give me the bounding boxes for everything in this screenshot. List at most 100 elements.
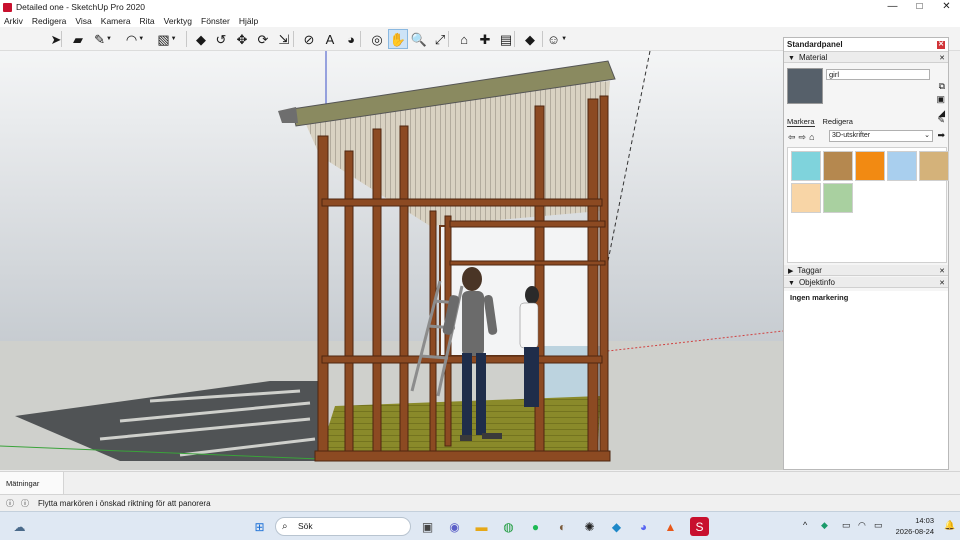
offset-tool[interactable]: ↺ [211,29,231,49]
create-material-icon[interactable]: ⧉ [939,81,945,92]
scale-tool[interactable]: ⇲ [274,29,294,49]
orbit-tool[interactable]: ◎ [367,29,387,49]
task-view-icon[interactable]: ▣ [418,517,437,536]
collection-dropdown-value: 3D-utskrifter [832,132,871,139]
warehouse-icon: ⌂ [460,31,468,47]
rotate-tool[interactable]: ⟳ [253,29,273,49]
zoom-extents-tool[interactable]: ⤢ [430,29,450,49]
move-tool[interactable]: ✥ [232,29,252,49]
menu-hjalp[interactable]: Hjälp [239,16,258,26]
toolbar-separator [186,31,187,47]
warehouse-button[interactable]: ⌂ [454,29,474,49]
orbit-icon: ◎ [371,31,383,47]
zoom-tool[interactable]: 🔍 [409,29,429,49]
tray-chevron-icon[interactable]: ^ [803,520,807,530]
tags-section-header[interactable]: ▶ Taggar ✕ [784,265,948,276]
model-scene[interactable] [0,51,783,470]
forward-arrow-icon[interactable]: ⇨ [799,132,807,143]
start-button[interactable]: ⊞ [250,517,269,536]
menu-visa[interactable]: Visa [75,16,91,26]
arc-tool[interactable]: ◠ ▼ [125,29,145,49]
push-pull-tool[interactable]: ◆ [191,29,211,49]
toolbar-separator [448,31,449,47]
menu-verktyg[interactable]: Verktyg [164,16,192,26]
measurements-box[interactable]: Mätningar [0,472,64,494]
dropdown-arrow-icon[interactable]: ▼ [171,36,177,42]
spotify-icon[interactable]: ● [526,517,545,536]
sketchup-taskbar-icon[interactable]: S [690,517,709,536]
entity-info-section-header[interactable]: ▼ Objektinfo ✕ [784,277,948,288]
dropdown-arrow-icon[interactable]: ▼ [106,36,112,42]
profile-button[interactable]: ☺ ▼ [547,29,567,49]
select-tool[interactable]: ➤ [46,29,66,49]
pan-tool[interactable]: ✋ [388,29,408,49]
battery-icon[interactable]: ▭ [874,520,883,531]
minimize-button[interactable]: — [879,0,906,14]
geo-location-icon[interactable]: ⓘ [5,498,15,509]
material-swatch[interactable] [919,151,949,181]
tab-select[interactable]: Markera [787,117,815,127]
menu-rita[interactable]: Rita [140,16,155,26]
details-arrow-icon[interactable]: ➡ [937,130,945,141]
paint-default-icon[interactable]: ▣ [936,94,945,105]
chatgpt-icon[interactable]: ✺ [580,517,599,536]
menu-fonster[interactable]: Fönster [201,16,230,26]
materials-close-icon[interactable]: ✕ [939,55,945,63]
home-icon[interactable]: ⌂ [809,132,814,142]
wifi-icon[interactable]: ◠ [858,520,866,531]
credits-icon[interactable]: ⓘ [20,498,30,509]
text-tool[interactable]: A [320,29,340,49]
dropdown-arrow-icon[interactable]: ▼ [138,36,144,42]
file-explorer-icon[interactable]: ▬ [472,517,491,536]
teams-icon[interactable]: ◉ [445,517,464,536]
material-swatch[interactable] [791,151,821,181]
measurements-bar: Mätningar [0,471,960,494]
display-icon[interactable]: ▭ [842,520,851,531]
eraser-tool[interactable]: ▰ [68,29,88,49]
close-button[interactable]: ✕ [933,0,960,14]
discord-icon[interactable]: ◕ [634,517,653,536]
paint-bucket-tool[interactable]: ◕ [341,29,361,49]
material-swatch[interactable] [823,183,853,213]
material-name-field[interactable]: girl [826,69,930,80]
material-swatch-grid [787,147,949,263]
entity-info-close-icon[interactable]: ✕ [939,280,945,288]
materials-section-header[interactable]: ▼ Material ✕ [784,52,948,63]
back-arrow-icon[interactable]: ⇦ [788,132,796,143]
eyedropper-icon[interactable]: ✎ [937,115,945,126]
tags-close-icon[interactable]: ✕ [939,268,945,276]
line-tool[interactable]: ✎ ▼ [93,29,113,49]
extension-manager-button[interactable]: ◆ [520,29,540,49]
tape-measure-tool[interactable]: ⊘ [299,29,319,49]
material-preview-swatch[interactable] [787,68,823,104]
rectangle-tool[interactable]: ▧ ▼ [157,29,177,49]
extension-warehouse-button[interactable]: ✚ [475,29,495,49]
status-bar: ⓘ ⓘ Flytta markören i önskad riktning fö… [0,494,960,511]
material-swatch[interactable] [855,151,885,181]
notification-bell-icon[interactable]: 🔔 [944,520,955,531]
taskbar-clock[interactable]: 14:03 2026-08-24 [896,515,934,537]
expand-triangle-icon: ▶ [788,268,794,275]
material-swatch[interactable] [791,183,821,213]
menu-arkiv[interactable]: Arkiv [4,16,23,26]
app2-icon[interactable]: ◆ [607,517,626,536]
dropdown-arrow-icon[interactable]: ▼ [561,36,567,42]
search-placeholder: Sök [298,521,313,531]
app-icon[interactable]: ◐ [553,517,572,536]
weather-icon[interactable]: ☁ [10,517,29,536]
app3-icon[interactable]: ▲ [661,517,680,536]
tray-app-icon[interactable]: ◆ [821,520,828,531]
material-swatch[interactable] [887,151,917,181]
menu-kamera[interactable]: Kamera [101,16,131,26]
send-to-layout-button[interactable]: ▤ [496,29,516,49]
ruby-icon: ◆ [525,31,535,47]
tray-close-button[interactable]: ✕ [937,41,945,49]
chrome-icon[interactable]: ◍ [499,517,518,536]
taskbar-search[interactable]: ⌕ Sök [275,517,411,536]
tab-edit[interactable]: Redigera [823,117,853,127]
menu-redigera[interactable]: Redigera [32,16,67,26]
drawing-area[interactable] [0,51,783,470]
material-swatch[interactable] [823,151,853,181]
maximize-button[interactable]: □ [906,0,933,14]
collection-dropdown[interactable]: 3D-utskrifter ⌄ [829,130,933,142]
